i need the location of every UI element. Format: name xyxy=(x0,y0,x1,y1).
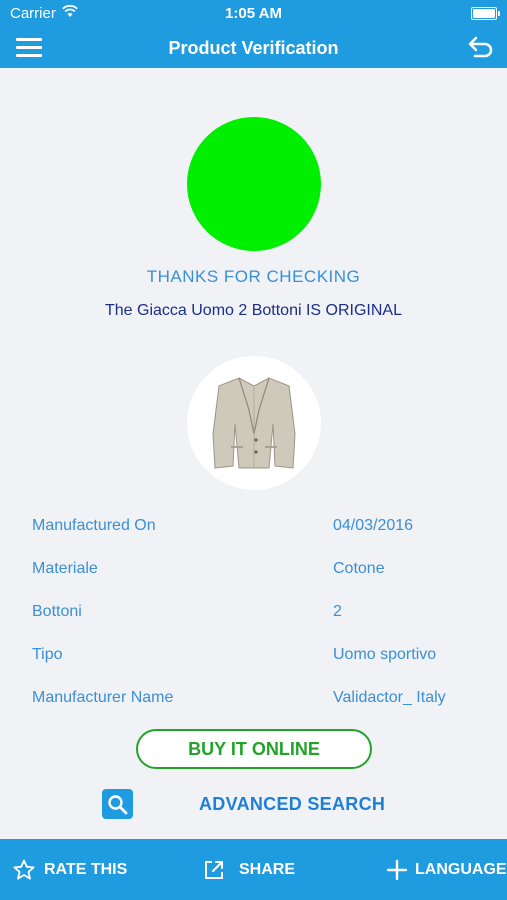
detail-row: Manufacturer Name Validactor_ Italy xyxy=(32,689,472,732)
language-button[interactable]: LANGUAGE xyxy=(382,839,507,900)
plus-icon xyxy=(386,859,408,881)
detail-value: 04/03/2016 xyxy=(333,517,414,534)
detail-value: Cotone xyxy=(333,560,385,577)
detail-value: Uomo sportivo xyxy=(333,646,437,663)
thanks-message: THANKS FOR CHECKING xyxy=(146,267,361,286)
jacket-image xyxy=(212,377,296,469)
language-label: LANGUAGE xyxy=(415,861,507,878)
nav-bar: Product Verification xyxy=(0,28,507,68)
detail-label: Manufacturer Name xyxy=(32,689,174,706)
share-icon xyxy=(205,861,223,879)
detail-label: Bottoni xyxy=(32,603,82,620)
status-time: 1:05 AM xyxy=(225,5,282,22)
product-details: Manufactured On 04/03/2016 Materiale Cot… xyxy=(32,517,472,732)
detail-row: Materiale Cotone xyxy=(32,560,472,603)
search-icon[interactable] xyxy=(102,789,133,819)
detail-row: Bottoni 2 xyxy=(32,603,472,646)
detail-value: 2 xyxy=(333,603,342,620)
rate-this-label: RATE THIS xyxy=(44,861,128,878)
rate-this-button[interactable]: RATE THIS xyxy=(12,839,142,900)
buy-online-button[interactable]: BUY IT ONLINE xyxy=(136,729,372,769)
detail-row: Tipo Uomo sportivo xyxy=(32,646,472,689)
star-icon xyxy=(13,859,35,880)
bottom-tab-bar: RATE THIS SHARE LANGUAGE xyxy=(0,839,507,900)
detail-row: Manufactured On 04/03/2016 xyxy=(32,517,472,560)
detail-label: Manufactured On xyxy=(32,517,156,534)
verification-result: The Giacca Uomo 2 Bottoni IS ORIGINAL xyxy=(104,302,402,319)
share-label: SHARE xyxy=(239,861,296,878)
detail-label: Tipo xyxy=(32,646,63,663)
share-button[interactable]: SHARE xyxy=(202,839,312,900)
product-image xyxy=(187,356,321,490)
advanced-search-button[interactable]: ADVANCED SEARCH xyxy=(199,794,385,815)
back-arrow-icon[interactable] xyxy=(465,34,495,62)
detail-label: Materiale xyxy=(32,560,98,577)
battery-icon xyxy=(471,7,500,20)
status-bar: Carrier 1:05 AM xyxy=(0,0,507,28)
detail-value: Validactor_ Italy xyxy=(333,689,446,706)
page-title: Product Verification xyxy=(168,38,339,58)
verification-status-indicator xyxy=(187,117,321,251)
